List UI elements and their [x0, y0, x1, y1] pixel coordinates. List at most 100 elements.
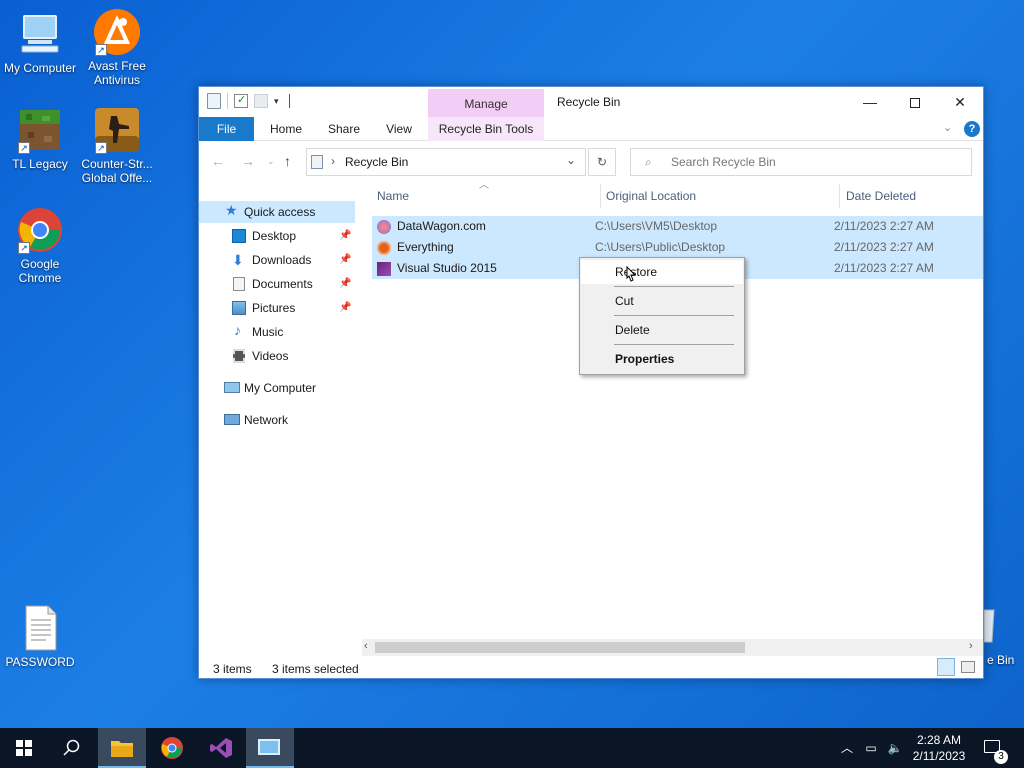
expand-ribbon-icon[interactable]: ⌄ — [943, 121, 952, 134]
minecraft-icon: ↗ — [16, 106, 64, 154]
taskbar-visual-studio[interactable] — [197, 728, 245, 768]
search-placeholder: Search Recycle Bin — [671, 155, 776, 169]
title-bar[interactable]: ✓ ▾ Manage Recycle Bin — ✕ — [199, 87, 983, 117]
close-button[interactable]: ✕ — [937, 87, 983, 117]
pictures-icon — [232, 301, 246, 315]
menu-separator — [614, 344, 734, 345]
desktop-icon-avast[interactable]: ↗ Avast Free Antivirus — [77, 8, 157, 87]
scroll-left-icon[interactable]: ‹ — [364, 640, 368, 652]
nav-item-my-computer[interactable]: My Computer — [199, 377, 355, 399]
menu-item-delete[interactable]: Delete — [581, 318, 743, 342]
mouse-cursor-icon — [626, 266, 637, 282]
computer-icon — [224, 382, 240, 393]
network-tray-icon[interactable]: ▭ — [860, 728, 882, 768]
desktop-icon-google-chrome[interactable]: ↗ Google Chrome — [0, 206, 80, 285]
clock[interactable]: 2:28 AM 2/11/2023 — [908, 728, 970, 768]
nav-label: Pictures — [252, 301, 296, 315]
large-icons-view-icon[interactable] — [961, 661, 975, 673]
nav-label: Documents — [252, 277, 313, 291]
documents-icon — [233, 277, 245, 291]
table-row[interactable]: DataWagon.com C:\Users\VM5\Desktop 2/11/… — [372, 216, 983, 237]
tab-share[interactable]: Share — [319, 117, 369, 141]
desktop-icon-tl-legacy[interactable]: ↗ TL Legacy — [0, 106, 80, 171]
refresh-button[interactable]: ↻ — [588, 148, 616, 176]
sort-ascending-icon: ︿ — [479, 180, 489, 191]
navigation-pane: ★ Quick access Desktop 📌 ⬇ Downloads 📌 D… — [199, 182, 357, 642]
nav-item-music[interactable]: ♪ Music — [199, 321, 355, 343]
back-arrow-icon[interactable]: ← — [211, 153, 225, 169]
column-divider — [600, 184, 601, 208]
pin-icon[interactable]: 📌 — [339, 273, 351, 295]
ribbon-tabs: File Home Share View Recycle Bin Tools ⌄… — [199, 117, 983, 141]
counter-strike-icon: ↗ — [93, 106, 141, 154]
nav-item-network[interactable]: Network — [199, 409, 355, 431]
column-header-date-deleted[interactable]: Date Deleted — [846, 182, 916, 210]
breadcrumb-separator-icon: › — [331, 154, 335, 168]
recent-locations-icon[interactable]: ⌄ — [267, 156, 275, 167]
help-icon[interactable]: ? — [964, 121, 980, 137]
menu-item-properties[interactable]: Properties — [581, 347, 743, 371]
nav-item-quick-access[interactable]: ★ Quick access — [199, 201, 355, 223]
properties-icon[interactable]: ✓ — [234, 94, 248, 108]
nav-item-pictures[interactable]: Pictures 📌 — [199, 297, 355, 319]
tab-file[interactable]: File — [199, 117, 254, 141]
shortcut-arrow-icon: ↗ — [18, 242, 30, 254]
column-header-name[interactable]: Name — [377, 182, 409, 210]
desktop-icon-counter-strike[interactable]: ↗ Counter-Str... Global Offe... — [77, 106, 157, 185]
nav-item-downloads[interactable]: ⬇ Downloads 📌 — [199, 249, 355, 271]
pin-icon[interactable]: 📌 — [339, 297, 351, 319]
music-note-icon: ♪ — [234, 322, 241, 338]
taskbar-control-panel[interactable] — [246, 728, 294, 768]
desktop-icon-recycle-bin[interactable]: e Bin — [984, 604, 1024, 674]
desktop-icon-label: My Computer — [3, 61, 77, 75]
forward-arrow-icon[interactable]: → — [241, 153, 255, 169]
customize-qat-icon[interactable]: ▾ — [274, 96, 279, 107]
address-bar[interactable]: › Recycle Bin ⌄ — [306, 148, 586, 176]
table-row[interactable]: Everything C:\Users\Public\Desktop 2/11/… — [372, 237, 983, 258]
pin-icon[interactable]: 📌 — [339, 249, 351, 271]
nav-item-documents[interactable]: Documents 📌 — [199, 273, 355, 295]
film-strip-icon — [233, 349, 245, 363]
quick-access-toolbar: ✓ ▾ — [207, 93, 290, 109]
nav-item-desktop[interactable]: Desktop 📌 — [199, 225, 355, 247]
file-location: C:\Users\VM5\Desktop — [595, 219, 718, 233]
pin-icon[interactable]: 📌 — [339, 225, 351, 247]
maximize-button[interactable] — [892, 87, 938, 117]
address-dropdown-icon[interactable]: ⌄ — [566, 153, 576, 167]
search-icon: ⌕ — [645, 155, 652, 169]
taskbar-file-explorer[interactable] — [98, 728, 146, 768]
desktop-icon-label: e Bin — [987, 653, 1015, 667]
search-input[interactable]: ⌕ Search Recycle Bin — [630, 148, 972, 176]
taskbar-chrome[interactable] — [148, 728, 196, 768]
taskbar-search-button[interactable] — [48, 728, 96, 768]
address-text: Recycle Bin — [345, 155, 409, 169]
scroll-right-icon[interactable]: › — [969, 640, 973, 652]
nav-label: Music — [252, 325, 284, 339]
toolbar-divider — [227, 93, 228, 109]
tab-view[interactable]: View — [375, 117, 423, 141]
nav-item-videos[interactable]: Videos — [199, 345, 355, 367]
menu-item-cut[interactable]: Cut — [581, 289, 743, 313]
star-icon: ★ — [225, 202, 238, 218]
details-view-icon[interactable] — [937, 658, 955, 676]
desktop-icon-password[interactable]: PASSWORD — [0, 604, 80, 669]
windows-logo-icon — [16, 740, 32, 756]
taskbar: ︿ ▭ 🔈 2:28 AM 2/11/2023 3 — [0, 728, 1024, 768]
volume-icon[interactable]: 🔈 — [884, 728, 906, 768]
menu-item-restore[interactable]: Restore — [581, 260, 743, 284]
start-button[interactable] — [0, 728, 48, 768]
desktop-icon-my-computer[interactable]: My Computer — [0, 10, 80, 75]
column-header-original-location[interactable]: Original Location — [606, 182, 696, 210]
new-folder-icon[interactable] — [254, 94, 268, 108]
nav-label: My Computer — [244, 381, 317, 395]
tab-home[interactable]: Home — [261, 117, 311, 141]
show-hidden-icons[interactable]: ︿ — [838, 728, 856, 768]
scroll-thumb[interactable] — [375, 642, 745, 653]
avast-icon: ↗ — [93, 8, 141, 56]
horizontal-scrollbar[interactable]: ‹ › — [362, 639, 983, 656]
tab-recycle-bin-tools[interactable]: Recycle Bin Tools — [428, 117, 544, 141]
minimize-button[interactable]: — — [847, 87, 893, 117]
up-arrow-icon[interactable]: ↑ — [284, 153, 291, 169]
notification-count-badge: 3 — [994, 750, 1008, 764]
action-center-button[interactable]: 3 — [978, 728, 1014, 768]
